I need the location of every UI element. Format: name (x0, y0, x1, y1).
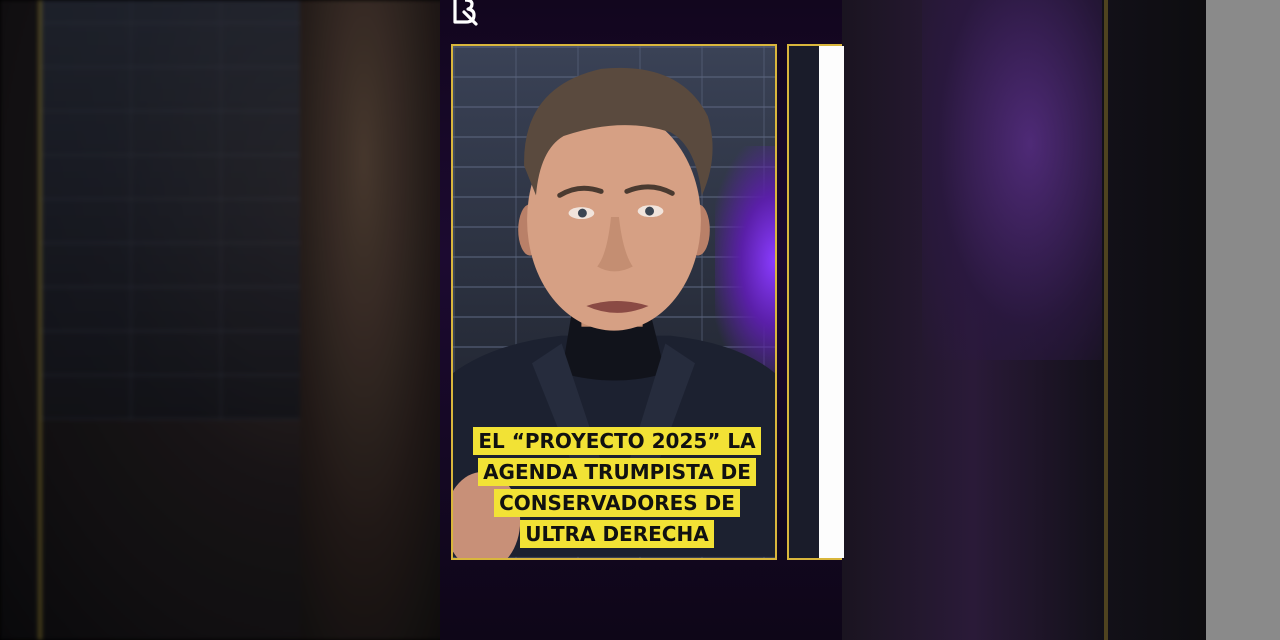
blurred-frame-border (1104, 0, 1108, 640)
gray-edge-strip (1206, 0, 1280, 640)
secondary-video-frame (787, 44, 844, 560)
video-caption: EL “PROYECTO 2025” LA AGENDA TRUMPISTA D… (473, 426, 761, 550)
blurred-background-left (0, 0, 460, 640)
white-document-edge (819, 46, 844, 558)
blurred-purple-light (922, 0, 1102, 360)
caption-line-2: AGENDA TRUMPISTA DE (478, 458, 756, 486)
caption-line-1: EL “PROYECTO 2025” LA (473, 427, 761, 455)
blurred-frame-border (38, 0, 42, 640)
b-logo-icon (453, 0, 478, 26)
blurred-brick-wall (40, 0, 300, 420)
caption-line-4: ULTRA DERECHA (520, 520, 714, 548)
blurred-background-right (842, 0, 1280, 640)
blurred-presenter (300, 0, 460, 640)
caption-line-3: CONSERVADORES DE (494, 489, 740, 517)
